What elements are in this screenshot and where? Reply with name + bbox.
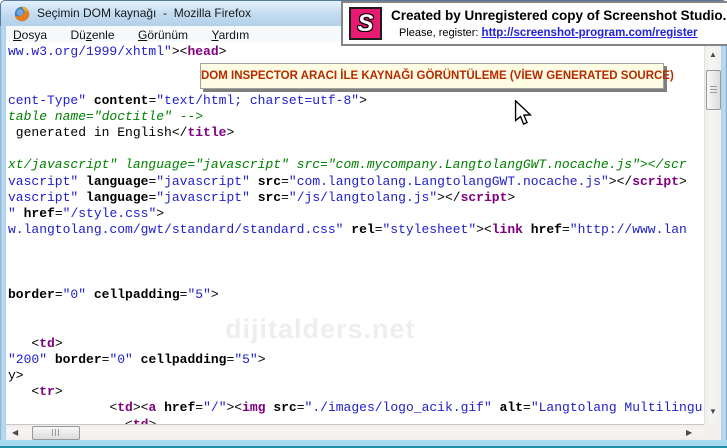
source-line: "200" border="0" cellpadding="5"> bbox=[8, 352, 266, 368]
window-title: Seçimin DOM kaynağı - Mozilla Firefox bbox=[37, 1, 251, 26]
source-line: vascript" language="javascript" src="com… bbox=[8, 174, 687, 190]
menu-label-part: Dü bbox=[70, 28, 85, 42]
source-line: <td><a href="/"><img src="./images/logo_… bbox=[8, 400, 702, 416]
source-line: border="0" cellpadding="5"> bbox=[8, 287, 219, 303]
source-line: " href="/style.css"> bbox=[8, 206, 164, 222]
source-line: <td> bbox=[8, 417, 156, 424]
scroll-left-icon[interactable]: ◀ bbox=[12, 429, 18, 437]
register-link[interactable]: http://screenshot-program.com/register bbox=[482, 27, 698, 39]
source-line: ww.w3.org/1999/xhtml"><head> bbox=[8, 44, 226, 60]
source-line: generated in English</title> bbox=[8, 125, 234, 141]
menu-label-part: osya bbox=[22, 28, 47, 42]
menu-label-part: ardım bbox=[219, 28, 250, 42]
vertical-scrollbar[interactable]: ▲ ▼ bbox=[704, 42, 721, 424]
source-line: <tr> bbox=[8, 384, 63, 400]
scrollbar-corner bbox=[704, 424, 721, 440]
scroll-down-icon[interactable]: ▼ bbox=[709, 408, 717, 416]
menu-label-part: Y bbox=[211, 28, 218, 42]
window-border-right bbox=[721, 26, 727, 440]
source-line: w.langtolang.com/gwt/standard/standard.c… bbox=[8, 222, 687, 238]
firefox-window: Seçimin DOM kaynağı - Mozilla Firefox Do… bbox=[0, 0, 727, 448]
menu-label-part: D bbox=[13, 28, 22, 42]
site-watermark: dijitalders.net bbox=[225, 314, 416, 345]
horizontal-scroll-thumb[interactable] bbox=[32, 426, 80, 440]
dom-inspector-tooltip: DOM INSPECTOR ARACI İLE KAYNAĞI GÖRÜNTÜL… bbox=[200, 63, 664, 89]
tooltip-text: DOM INSPECTOR ARACI İLE KAYNAĞI GÖRÜNTÜL… bbox=[201, 64, 674, 88]
watermark-title: Created by Unregistered copy of Screensh… bbox=[391, 8, 727, 23]
scroll-right-icon[interactable]: ▶ bbox=[686, 429, 692, 437]
horizontal-scrollbar[interactable]: ◀ ▶ bbox=[6, 424, 704, 440]
source-line: <td> bbox=[8, 336, 63, 352]
source-line: cent-Type" content="text/html; charset=u… bbox=[8, 93, 367, 109]
screenshot-studio-watermark: S Created by Unregistered copy of Screen… bbox=[341, 1, 727, 46]
source-line: vascript" language="javascript" src="/js… bbox=[8, 190, 515, 206]
menu-label-part: örünüm bbox=[147, 28, 188, 42]
source-line: xt/javascript" language="javascript" src… bbox=[8, 157, 687, 173]
vertical-scroll-thumb[interactable] bbox=[706, 70, 721, 110]
firefox-logo-icon bbox=[14, 6, 30, 22]
menu-label-part: G bbox=[138, 28, 147, 42]
menu-label-part: enle bbox=[92, 28, 115, 42]
window-border-bottom bbox=[0, 440, 727, 448]
watermark-register-line: Please, register: http://screenshot-prog… bbox=[399, 27, 698, 39]
mouse-cursor-icon bbox=[514, 100, 533, 128]
screenshot-studio-logo-icon: S bbox=[349, 7, 382, 40]
source-view[interactable]: dijitalders.net ww.w3.org/1999/xhtml"><h… bbox=[6, 42, 704, 424]
register-label: Please, register: bbox=[399, 27, 478, 39]
source-line: table name="doctitle" --> bbox=[8, 109, 203, 125]
source-line: y> bbox=[8, 368, 24, 384]
scroll-up-icon[interactable]: ▲ bbox=[709, 51, 717, 59]
